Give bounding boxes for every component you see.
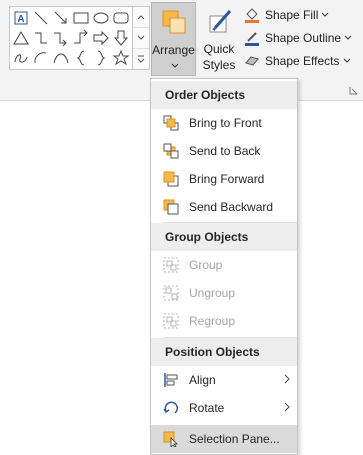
send-to-back-item[interactable]: Send to Back — [151, 137, 297, 165]
quick-styles-brush-icon — [209, 10, 232, 33]
star-shape-icon[interactable] — [111, 48, 131, 68]
double-arrow-connector-shape-icon[interactable] — [71, 28, 91, 48]
bring-forward-icon — [163, 171, 179, 187]
arrange-icon — [162, 10, 186, 34]
align-item[interactable]: Align — [151, 366, 297, 394]
align-left-icon — [164, 373, 178, 387]
pen-outline-icon — [245, 32, 259, 46]
arrange-dropdown-chevron-icon — [171, 63, 179, 68]
elbow-connector-shape-icon[interactable] — [31, 28, 51, 48]
send-to-back-label: Send to Back — [189, 144, 261, 158]
right-brace-shape-icon[interactable] — [91, 48, 111, 68]
order-objects-header: Order Objects — [151, 81, 297, 109]
quick-styles-button[interactable]: Quick Styles — [198, 2, 240, 83]
group-item[interactable]: Group — [151, 251, 297, 279]
ungroup-icon — [163, 285, 179, 301]
align-submenu-chevron-icon — [284, 374, 290, 384]
shape-effects-label: Shape Effects — [265, 54, 340, 68]
regroup-label: Regroup — [189, 314, 236, 328]
position-objects-header: Position Objects — [151, 338, 297, 366]
ungroup-label: Ungroup — [189, 286, 236, 300]
shape-effects-icon — [245, 56, 259, 66]
gallery-scroll-down-icon[interactable] — [133, 28, 149, 49]
group-icon — [163, 257, 179, 273]
shape-effects-chevron-icon — [343, 58, 350, 63]
freeform-scribble-shape-icon[interactable] — [11, 48, 31, 68]
triangle-shape-icon[interactable] — [11, 28, 31, 48]
arrow-shape-icon[interactable] — [51, 8, 71, 28]
shape-fill-label: Shape Fill — [265, 8, 319, 22]
group-objects-header: Group Objects — [151, 223, 297, 251]
text-box-shape-icon[interactable]: A — [11, 8, 31, 28]
paint-bucket-icon — [245, 8, 259, 23]
gallery-more-icon[interactable] — [133, 49, 149, 69]
bring-forward-label: Bring Forward — [189, 172, 265, 186]
gallery-scroll-up-icon[interactable] — [133, 7, 149, 28]
shape-fill-chevron-icon — [322, 12, 329, 17]
oval-shape-icon[interactable] — [91, 8, 111, 28]
arrange-label: Arrange — [152, 43, 195, 57]
shape-fill-button[interactable]: Shape Fill — [244, 5, 335, 25]
rotate-label: Rotate — [189, 401, 225, 415]
rotate-submenu-chevron-icon — [284, 402, 290, 412]
arc-shape-icon[interactable] — [31, 48, 51, 68]
bring-to-front-label: Bring to Front — [189, 116, 262, 130]
regroup-item[interactable]: Regroup — [151, 307, 297, 335]
send-backward-label: Send Backward — [189, 200, 274, 214]
arrange-button[interactable]: Arrange — [151, 2, 196, 76]
group-label: Group — [189, 258, 223, 272]
bring-forward-item[interactable]: Bring Forward — [151, 165, 297, 193]
line-shape-icon[interactable] — [31, 8, 51, 28]
quick-styles-label-1: Quick — [203, 42, 235, 56]
arrange-dropdown-menu: Order Objects Bring to Front Send to Bac… — [150, 78, 298, 455]
left-brace-shape-icon[interactable] — [71, 48, 91, 68]
elbow-arrow-connector-shape-icon[interactable] — [51, 28, 71, 48]
shapes-gallery[interactable]: A — [9, 6, 135, 70]
down-arrow-shape-icon[interactable] — [111, 28, 131, 48]
ungroup-item[interactable]: Ungroup — [151, 279, 297, 307]
bring-to-front-icon — [163, 115, 179, 131]
shapes-gallery-scroller — [132, 6, 150, 70]
shape-outline-chevron-icon — [344, 35, 352, 40]
rounded-rectangle-shape-icon[interactable] — [111, 8, 131, 28]
send-backward-item[interactable]: Send Backward — [151, 193, 297, 221]
selection-pane-label: Selection Pane... — [189, 432, 280, 446]
send-backward-icon — [163, 199, 179, 215]
selection-pane-icon — [163, 431, 178, 447]
block-arrow-shape-icon[interactable] — [91, 28, 111, 48]
shape-outline-label: Shape Outline — [265, 31, 342, 45]
curve-shape-icon[interactable] — [51, 48, 71, 68]
selection-pane-item[interactable]: Selection Pane... — [151, 425, 297, 453]
send-to-back-icon — [163, 143, 179, 159]
regroup-icon — [163, 313, 179, 329]
dialog-launcher-icon[interactable] — [349, 86, 359, 96]
shape-outline-button[interactable]: Shape Outline — [244, 28, 358, 48]
rotate-icon — [163, 401, 179, 414]
rectangle-shape-icon[interactable] — [71, 8, 91, 28]
svg-text:A: A — [17, 14, 24, 25]
bring-to-front-item[interactable]: Bring to Front — [151, 109, 297, 137]
shape-effects-button[interactable]: Shape Effects — [244, 51, 357, 71]
align-label: Align — [189, 373, 216, 387]
rotate-item[interactable]: Rotate — [151, 394, 297, 422]
